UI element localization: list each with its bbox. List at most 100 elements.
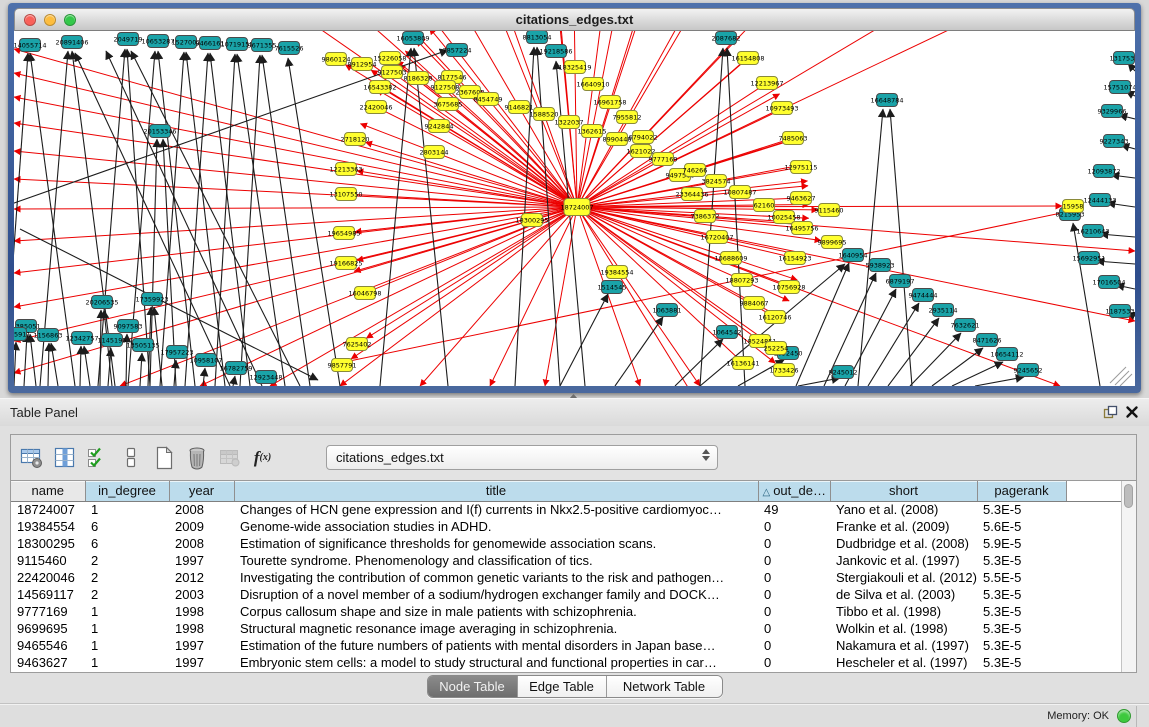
table-cell[interactable]: 1997 [169,552,234,569]
table-cell[interactable]: 2003 [169,586,234,603]
table-cell[interactable] [1066,535,1121,552]
table-cell[interactable]: 2009 [169,518,234,535]
table-row[interactable]: 946362711997Embryonic stem cells: a mode… [11,654,1121,671]
graph-node[interactable]: 1514545 [598,281,627,294]
table-cell[interactable]: Corpus callosum shape and size in male p… [234,603,758,620]
graph-node[interactable]: 19654985 [327,227,360,240]
graph-node[interactable]: 9474444 [909,289,938,302]
table-cell[interactable]: 1 [85,501,169,518]
graph-node[interactable]: 10688609 [714,252,747,265]
table-cell[interactable]: Estimation of significance thresholds fo… [234,535,758,552]
graph-node[interactable]: 8990448 [603,133,632,146]
table-row[interactable]: 1872400712008Changes of HCN gene express… [11,501,1121,518]
table-row[interactable]: 969969511998Structural magnetic resonanc… [11,620,1121,637]
table-cell[interactable]: 0 [758,603,830,620]
graph-node[interactable]: 20891406 [55,36,88,49]
graph-node[interactable]: 10958107 [189,354,222,367]
table-cell[interactable]: de Silva et al. (2003) [830,586,977,603]
minimize-window-button[interactable] [44,14,56,26]
column-header-short[interactable]: short [830,481,977,501]
network-canvas[interactable]: 1872400714055714208914062049719106532871… [14,31,1135,386]
tab-node-table[interactable]: Node Table [428,676,518,697]
table-cell[interactable]: 2008 [169,501,234,518]
graph-node[interactable]: 9245012 [829,366,858,379]
table-cell[interactable]: 1 [85,654,169,671]
network-view-window[interactable]: citations_edges.txt 18724007140557142089… [8,3,1141,393]
table-cell[interactable]: 1 [85,637,169,654]
graph-node[interactable]: 9857791 [328,359,357,372]
graph-node[interactable]: 3675685 [434,98,463,111]
table-cell[interactable]: 2 [85,569,169,586]
graph-node[interactable]: 9671355 [248,39,277,52]
create-column-button[interactable] [150,444,177,471]
graph-node[interactable]: 7625402 [343,338,372,351]
table-cell[interactable]: 0 [758,586,830,603]
graph-node[interactable]: 18724007 [560,199,593,216]
table-cell[interactable]: 0 [758,620,830,637]
graph-node[interactable]: 17016504 [1092,276,1125,289]
graph-node[interactable]: 16720407 [700,231,733,244]
graph-node[interactable]: 9463627 [787,192,816,205]
table-cell[interactable]: 1 [85,603,169,620]
table-row[interactable]: 1456911722003Disruption of a novel membe… [11,586,1121,603]
table-cell[interactable]: 2008 [169,535,234,552]
graph-node[interactable]: 9227343 [1100,135,1129,148]
graph-node[interactable]: 16046798 [348,287,381,300]
graph-node[interactable]: 22420046 [359,101,392,114]
graph-node[interactable]: 2049719 [114,33,143,46]
table-cell[interactable] [1066,637,1121,654]
graph-node[interactable]: 7857224 [443,44,472,57]
table-cell[interactable]: 5.9E-5 [977,535,1066,552]
graph-node[interactable]: 18300295 [515,214,548,227]
close-panel-icon[interactable] [1124,404,1140,420]
table-cell[interactable] [1066,603,1121,620]
column-header-out_degree[interactable]: △out_de… [758,481,830,501]
table-cell[interactable] [1066,620,1121,637]
zoom-window-button[interactable] [64,14,76,26]
graph-node[interactable]: 16136141 [726,357,759,370]
table-cell[interactable]: 18724007 [11,501,85,518]
table-cell[interactable]: Jankovic et al. (1997) [830,552,977,569]
table-cell[interactable]: 5.3E-5 [977,552,1066,569]
column-header-title[interactable]: title [234,481,758,501]
table-cell[interactable]: Stergiakouli et al. (2012) [830,569,977,586]
graph-node[interactable]: 16154923 [778,252,811,265]
graph-node[interactable]: 5938923 [866,259,895,272]
table-cell[interactable] [1066,654,1121,671]
graph-node[interactable]: 1317533 [1110,52,1135,65]
table-cell[interactable]: 9115460 [11,552,85,569]
graph-node[interactable]: 13107550 [329,188,362,201]
table-cell[interactable]: Franke et al. (2009) [830,518,977,535]
graph-node[interactable]: 1187533 [1106,305,1135,318]
table-cell[interactable]: Disruption of a novel member of a sodium… [234,586,758,603]
graph-node[interactable]: 9860124 [322,53,351,66]
table-cell[interactable]: Dudbridge et al. (2008) [830,535,977,552]
graph-node[interactable]: 7386372 [691,210,720,223]
row-height-button[interactable] [117,444,144,471]
table-selector-dropdown[interactable]: citations_edges.txt [326,445,718,470]
graph-node[interactable]: 12444133 [1083,194,1116,207]
table-cell[interactable]: Estimation of the future numbers of pati… [234,637,758,654]
table-row[interactable]: 911546021997Tourette syndrome. Phenomeno… [11,552,1121,569]
graph-node[interactable]: 9884067 [740,297,769,310]
memory-status-indicator[interactable] [1117,709,1131,723]
table-cell[interactable] [1066,586,1121,603]
table-cell[interactable]: 5.5E-5 [977,569,1066,586]
table-vertical-scrollbar[interactable] [1121,481,1136,672]
graph-node[interactable]: 3915911 [14,328,30,341]
graph-node[interactable]: 9777169 [649,153,678,166]
graph-node[interactable]: 1064542 [713,326,742,339]
graph-node[interactable]: 1063881 [653,304,682,317]
table-row[interactable]: 946554611997Estimation of the future num… [11,637,1121,654]
table-cell[interactable] [1066,552,1121,569]
table-cell[interactable]: 0 [758,654,830,671]
float-panel-icon[interactable] [1102,404,1118,420]
graph-node[interactable]: 62160 [754,199,775,212]
table-cell[interactable]: Nakamura et al. (1997) [830,637,977,654]
graph-node[interactable]: 6879197 [886,275,915,288]
graph-node[interactable]: 19218586 [539,45,572,58]
scrollbar-thumb[interactable] [1124,484,1133,508]
graph-node[interactable]: 10807487 [723,186,756,199]
column-header-in_degree[interactable]: in_degree [85,481,169,501]
graph-node[interactable]: 8454749 [474,93,503,106]
